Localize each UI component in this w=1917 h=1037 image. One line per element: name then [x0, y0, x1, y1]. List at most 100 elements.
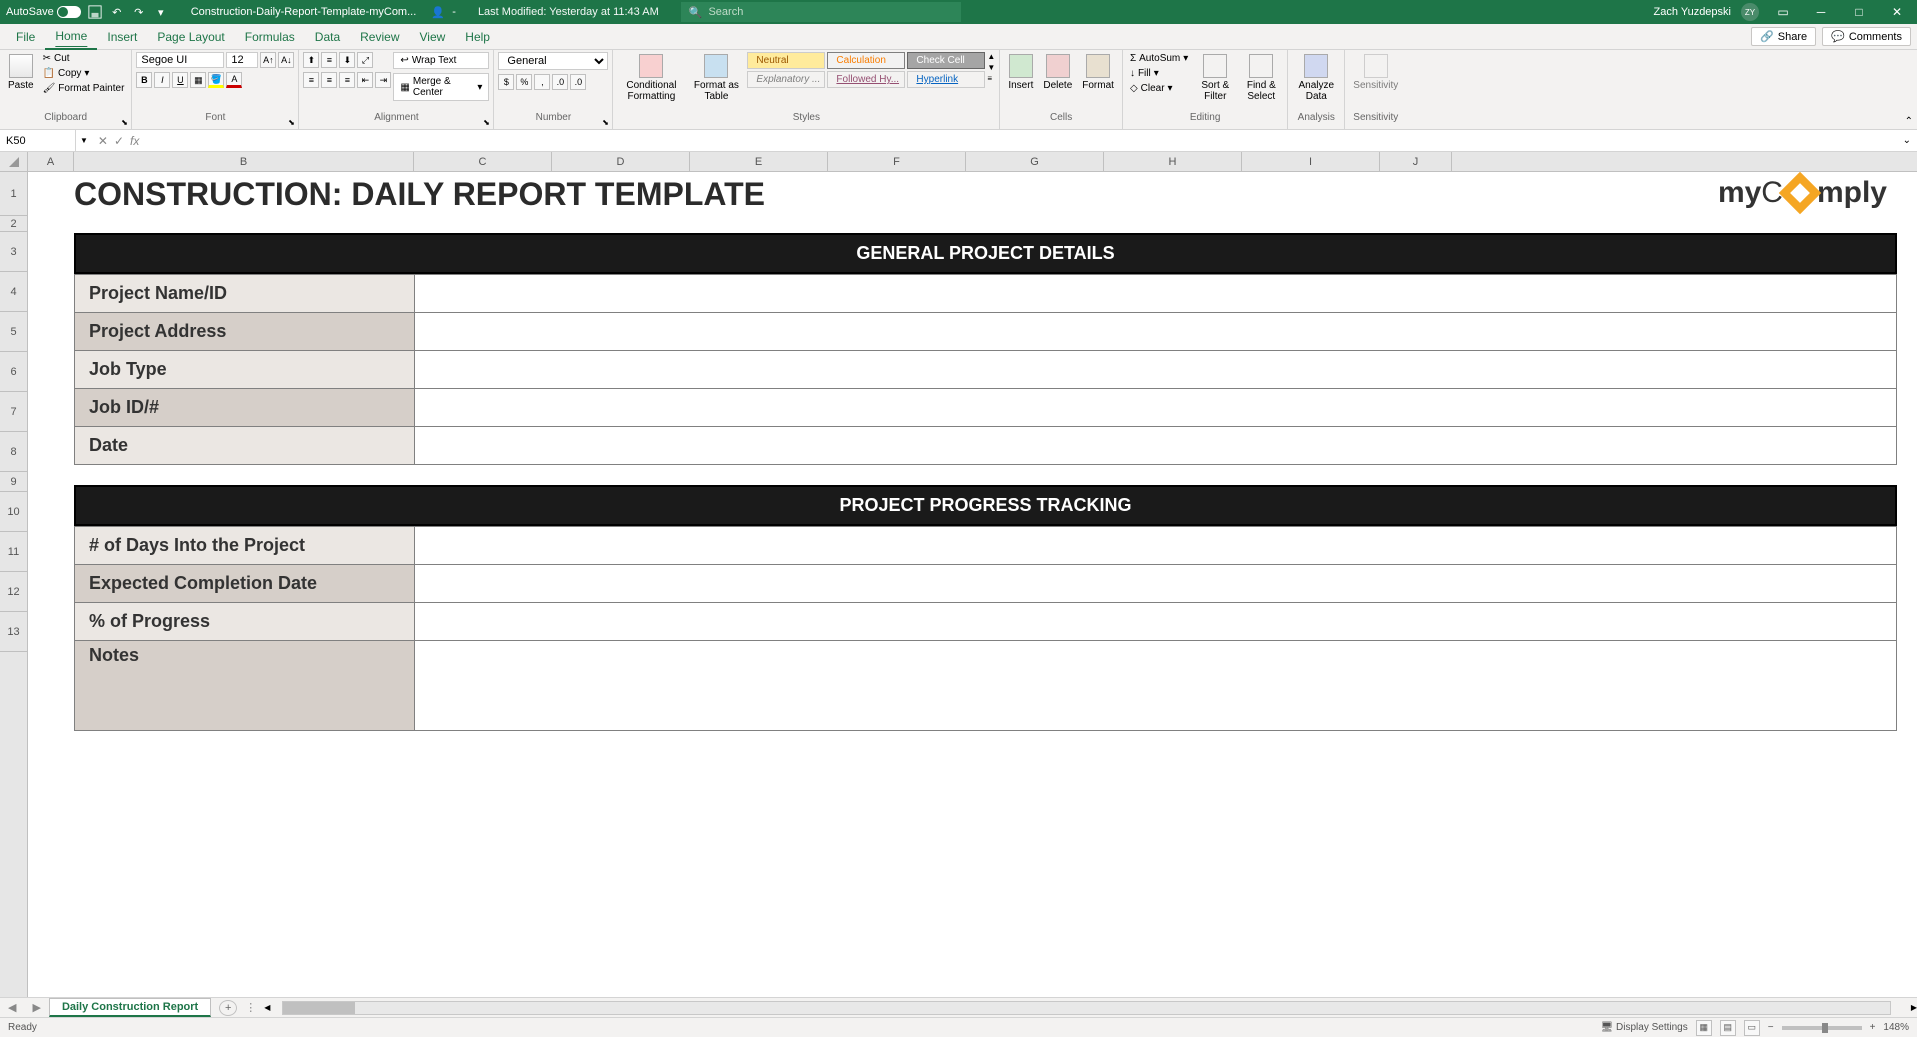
user-avatar[interactable]: ZY	[1741, 3, 1759, 21]
style-check-cell[interactable]: Check Cell	[907, 52, 985, 69]
style-calculation[interactable]: Calculation	[827, 52, 905, 69]
align-top-icon[interactable]: ⬆	[303, 52, 319, 68]
formula-input[interactable]	[145, 135, 1896, 147]
underline-button[interactable]: U	[172, 72, 188, 88]
decrease-indent-icon[interactable]: ⇤	[357, 72, 373, 88]
col-header[interactable]: C	[414, 152, 552, 171]
col-header[interactable]: E	[690, 152, 828, 171]
wrap-text-button[interactable]: ↩Wrap Text	[393, 52, 489, 69]
sensitivity-button[interactable]: Sensitivity	[1349, 52, 1402, 93]
sheet-tab-active[interactable]: Daily Construction Report	[49, 998, 211, 1017]
display-settings-button[interactable]: 🖥 Display Settings	[1601, 1022, 1688, 1033]
name-box-dropdown-icon[interactable]: ▼	[76, 136, 92, 145]
row-header[interactable]: 13	[0, 612, 27, 652]
close-icon[interactable]: ✕	[1883, 0, 1911, 24]
align-bottom-icon[interactable]: ⬇	[339, 52, 355, 68]
increase-decimal-icon[interactable]: .0	[552, 74, 568, 90]
col-header[interactable]: G	[966, 152, 1104, 171]
redo-icon[interactable]: ↷	[131, 4, 147, 20]
cut-button[interactable]: ✂Cut	[40, 52, 128, 65]
tab-home[interactable]: Home	[45, 24, 97, 50]
enter-formula-icon[interactable]: ✓	[114, 134, 124, 148]
zoom-out-button[interactable]: −	[1768, 1022, 1774, 1033]
styles-down-icon[interactable]: ▼	[987, 63, 995, 72]
col-header[interactable]: D	[552, 152, 690, 171]
styles-up-icon[interactable]: ▲	[987, 52, 995, 61]
tab-review[interactable]: Review	[350, 24, 409, 50]
row-header[interactable]: 2	[0, 216, 27, 232]
comments-button[interactable]: 💬 Comments	[1822, 27, 1911, 46]
align-center-icon[interactable]: ≡	[321, 72, 337, 88]
autosave-toggle[interactable]: AutoSave On	[6, 6, 81, 18]
row-header[interactable]: 1	[0, 172, 27, 216]
qat-more-icon[interactable]: ▾	[153, 4, 169, 20]
search-box[interactable]: 🔍	[681, 2, 961, 22]
col-header[interactable]: B	[74, 152, 414, 171]
font-launcher[interactable]: ⬊	[286, 117, 296, 127]
accessibility-icon[interactable]: 👤	[430, 4, 446, 20]
fill-button[interactable]: ↓Fill ▾	[1127, 67, 1191, 80]
currency-icon[interactable]: $	[498, 74, 514, 90]
delete-cells-button[interactable]: Delete	[1039, 52, 1076, 93]
format-as-table-button[interactable]: Format as Table	[687, 52, 745, 104]
col-header[interactable]: A	[28, 152, 74, 171]
border-button[interactable]: ▦	[190, 72, 206, 88]
decrease-decimal-icon[interactable]: .0	[570, 74, 586, 90]
col-header[interactable]: H	[1104, 152, 1242, 171]
font-name-select[interactable]	[136, 52, 224, 68]
zoom-in-button[interactable]: +	[1870, 1022, 1876, 1033]
share-button[interactable]: 🔗 Share	[1751, 27, 1816, 46]
select-all-corner[interactable]	[0, 152, 28, 171]
view-page-layout-icon[interactable]: ▤	[1720, 1020, 1736, 1036]
sheet-nav-next-icon[interactable]: ▶	[24, 1001, 48, 1014]
row-header[interactable]: 12	[0, 572, 27, 612]
insert-cells-button[interactable]: Insert	[1004, 52, 1037, 93]
save-icon[interactable]	[87, 4, 103, 20]
align-middle-icon[interactable]: ≡	[321, 52, 337, 68]
undo-icon[interactable]: ↶	[109, 4, 125, 20]
tab-data[interactable]: Data	[305, 24, 350, 50]
orientation-icon[interactable]: ⤢	[357, 52, 373, 68]
comma-icon[interactable]: ,	[534, 74, 550, 90]
style-followed-hyperlink[interactable]: Followed Hy...	[827, 71, 905, 88]
format-painter-button[interactable]: 🖌Format Painter	[40, 82, 128, 95]
zoom-level[interactable]: 148%	[1883, 1022, 1909, 1033]
tab-view[interactable]: View	[410, 24, 456, 50]
clear-button[interactable]: ◇Clear ▾	[1127, 82, 1191, 95]
col-header[interactable]: F	[828, 152, 966, 171]
increase-indent-icon[interactable]: ⇥	[375, 72, 391, 88]
view-normal-icon[interactable]: ▦	[1696, 1020, 1712, 1036]
paste-button[interactable]: Paste	[4, 52, 38, 93]
percent-icon[interactable]: %	[516, 74, 532, 90]
styles-more-icon[interactable]: ≡	[987, 74, 995, 83]
row-header[interactable]: 10	[0, 492, 27, 532]
row-header[interactable]: 5	[0, 312, 27, 352]
alignment-launcher[interactable]: ⬊	[481, 117, 491, 127]
clipboard-launcher[interactable]: ⬊	[119, 117, 129, 127]
number-format-select[interactable]: General	[498, 52, 608, 70]
autosum-button[interactable]: ΣAutoSum ▾	[1127, 52, 1191, 65]
add-sheet-button[interactable]: +	[219, 1000, 237, 1016]
cancel-formula-icon[interactable]: ✕	[98, 134, 108, 148]
row-header[interactable]: 3	[0, 232, 27, 272]
tab-page-layout[interactable]: Page Layout	[147, 24, 234, 50]
zoom-slider[interactable]	[1782, 1026, 1862, 1030]
row-header[interactable]: 4	[0, 272, 27, 312]
bold-button[interactable]: B	[136, 72, 152, 88]
number-launcher[interactable]: ⬊	[600, 117, 610, 127]
user-name[interactable]: Zach Yuzdepski	[1654, 6, 1731, 18]
merge-center-button[interactable]: ▦Merge & Center ▾	[393, 73, 489, 101]
minimize-icon[interactable]: ─	[1807, 0, 1835, 24]
tab-formulas[interactable]: Formulas	[235, 24, 305, 50]
view-page-break-icon[interactable]: ▭	[1744, 1020, 1760, 1036]
copy-button[interactable]: 📋Copy ▾	[40, 67, 128, 80]
conditional-formatting-button[interactable]: Conditional Formatting	[617, 52, 685, 104]
expand-formula-bar-icon[interactable]: ⌄	[1897, 135, 1917, 146]
name-box[interactable]	[0, 130, 76, 151]
col-header[interactable]: J	[1380, 152, 1452, 171]
align-right-icon[interactable]: ≡	[339, 72, 355, 88]
increase-font-icon[interactable]: A↑	[260, 52, 276, 68]
collapse-ribbon-icon[interactable]: ⌃	[1905, 116, 1913, 127]
decrease-font-icon[interactable]: A↓	[278, 52, 294, 68]
analyze-data-button[interactable]: Analyze Data	[1292, 52, 1340, 104]
